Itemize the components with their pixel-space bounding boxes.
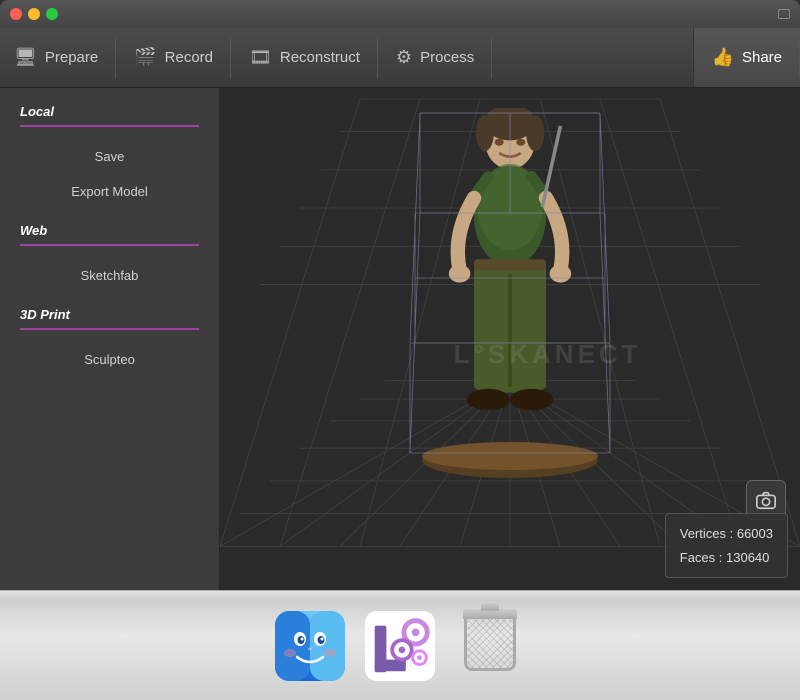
camera-icon — [755, 489, 777, 511]
dock-icon-finder[interactable] — [275, 611, 345, 681]
tab-record[interactable]: 🎬 Record — [116, 28, 231, 87]
faces-stat: Faces : 130640 — [680, 546, 773, 569]
section-local-title: Local — [0, 104, 219, 125]
dock-area — [0, 590, 800, 700]
minimize-button[interactable] — [28, 8, 40, 20]
dock-icon-trash[interactable] — [455, 611, 525, 681]
faces-value: 130640 — [726, 550, 769, 565]
tab-process[interactable]: ⚙ Process — [378, 28, 492, 87]
trash-body — [464, 619, 516, 671]
person-figure — [410, 108, 610, 468]
trash-lid — [463, 609, 517, 619]
reconstruct-label: Reconstruct — [280, 49, 360, 66]
sidebar: Local Save Export Model Web Sketchfab 3D… — [0, 88, 220, 590]
process-label: Process — [420, 49, 474, 66]
stats-overlay: Vertices : 66003 Faces : 130640 — [665, 513, 788, 578]
sidebar-item-sketchfab[interactable]: Sketchfab — [0, 258, 219, 293]
section-local: Local Save Export Model — [0, 104, 219, 209]
dock-icon-skanect[interactable] — [365, 611, 435, 681]
expand-icon[interactable] — [778, 9, 790, 19]
record-label: Record — [165, 49, 213, 66]
section-gap-1 — [0, 209, 219, 223]
section-3dprint-divider — [20, 328, 199, 330]
main-content: Local Save Export Model Web Sketchfab 3D… — [0, 88, 800, 590]
section-local-divider — [20, 125, 199, 127]
trash-container — [460, 609, 520, 681]
share-label: Share — [742, 49, 782, 66]
window: 🖥 Prepare 🎬 Record 🎞 Reconstruct ⚙ Proce… — [0, 0, 800, 590]
close-button[interactable] — [10, 8, 22, 20]
skanect-app-icon — [365, 610, 435, 682]
tab-reconstruct[interactable]: 🎞 Reconstruct — [231, 28, 378, 87]
viewport: L°SKANECT Vertices : 66003 Faces : 13064… — [220, 88, 800, 590]
faces-label: Faces : — [680, 550, 723, 565]
sidebar-item-export-model[interactable]: Export Model — [0, 174, 219, 209]
reconstruct-icon: 🎞 — [249, 47, 272, 68]
prepare-label: Prepare — [45, 49, 98, 66]
vertices-value: 66003 — [737, 526, 773, 541]
dock-shelf — [0, 591, 800, 601]
section-gap-2 — [0, 293, 219, 307]
tab-prepare[interactable]: 🖥 Prepare — [0, 28, 116, 87]
prepare-icon: 🖥 — [14, 47, 37, 68]
tab-share[interactable]: 👍 Share — [693, 28, 800, 87]
platform — [420, 440, 600, 480]
maximize-button[interactable] — [46, 8, 58, 20]
finder-icon — [275, 611, 345, 681]
section-web-title: Web — [0, 223, 219, 244]
trash-mesh — [467, 619, 513, 668]
section-3dprint-title: 3D Print — [0, 307, 219, 328]
section-web: Web Sketchfab — [0, 223, 219, 293]
sidebar-item-save[interactable]: Save — [0, 139, 219, 174]
share-icon: 👍 — [712, 47, 734, 68]
section-3dprint: 3D Print Sculpteo — [0, 307, 219, 377]
titlebar — [0, 0, 800, 28]
traffic-lights — [10, 8, 58, 20]
vertices-label: Vertices : — [680, 526, 733, 541]
sidebar-item-sculpteo[interactable]: Sculpteo — [0, 342, 219, 377]
section-web-divider — [20, 244, 199, 246]
process-icon: ⚙ — [396, 47, 412, 68]
record-icon: 🎬 — [134, 47, 156, 68]
toolbar: 🖥 Prepare 🎬 Record 🎞 Reconstruct ⚙ Proce… — [0, 28, 800, 88]
vertices-stat: Vertices : 66003 — [680, 522, 773, 545]
